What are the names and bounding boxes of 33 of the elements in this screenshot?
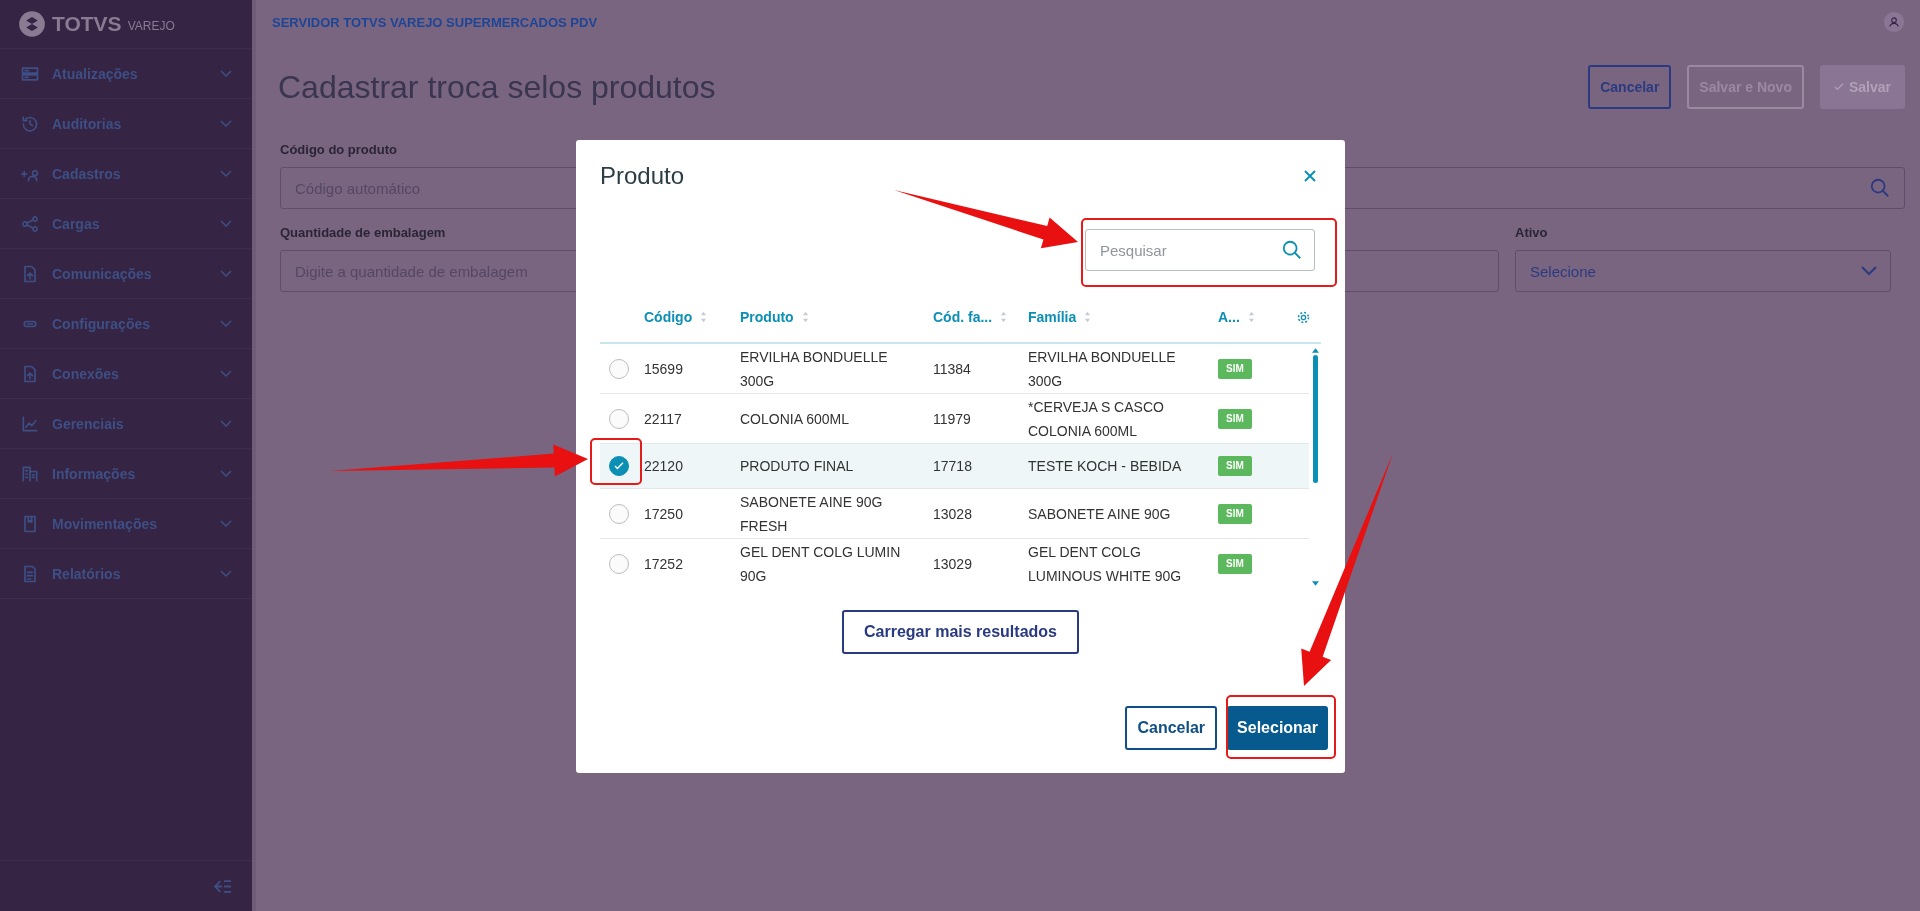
table-cell-text: SABONETE AINE 90G — [1028, 504, 1171, 524]
table-cell-text: 17250 — [644, 504, 683, 524]
dialog-title: Produto — [600, 162, 685, 190]
table-cell-text: GEL DENT COLG LUMINOUS WHITE 90G — [1028, 542, 1183, 586]
status-tag: SIM — [1218, 408, 1252, 429]
table-cell-text: 11384 — [933, 359, 971, 379]
table-cell-text: 13029 — [933, 554, 972, 574]
brand-name: TOTVS — [52, 12, 122, 36]
table-cell-text: PRODUTO FINAL — [740, 457, 854, 476]
table-cell-text: ERVILHA BONDUELLE 300G — [1028, 347, 1177, 391]
table-cell-text: 22117 — [644, 409, 682, 429]
table-cell-text: 17718 — [933, 457, 972, 476]
table-cell-text: 22120 — [644, 457, 683, 476]
table-cell-text: SABONETE AINE 90G FRESH — [740, 492, 884, 536]
status-tag: SIM — [1218, 358, 1252, 379]
table-cell-text: GEL DENT COLG LUMIN 90G — [740, 542, 902, 586]
field-label: Quantidade de embalagem — [280, 225, 447, 240]
table-cell-text: ERVILHA BONDUELLE 300G — [740, 347, 889, 391]
table-cell-text: 11979 — [933, 409, 971, 429]
status-tag: SIM — [1218, 456, 1252, 476]
app-header-title: SERVIDOR TOTVS VAREJO SUPERMERCADOS PDV — [272, 14, 598, 30]
field-label: Código do produto — [280, 142, 398, 157]
field-label: Ativo — [1515, 225, 1549, 240]
page-title: Cadastrar troca selos produtos — [278, 68, 716, 106]
status-tag: SIM — [1218, 553, 1252, 574]
brand-product: VAREJO — [127, 19, 175, 33]
table-cell-text: COLONIA 600ML — [740, 409, 849, 429]
table-cell-text: *CERVEJA S CASCO COLONIA 600ML — [1028, 397, 1165, 441]
table-cell-text: 13028 — [933, 504, 972, 524]
table-cell-text: 15699 — [644, 359, 683, 379]
table-cell-text: TESTE KOCH - BEBIDA — [1028, 457, 1182, 476]
table-cell-text: 17252 — [644, 554, 683, 574]
status-tag: SIM — [1218, 503, 1252, 524]
